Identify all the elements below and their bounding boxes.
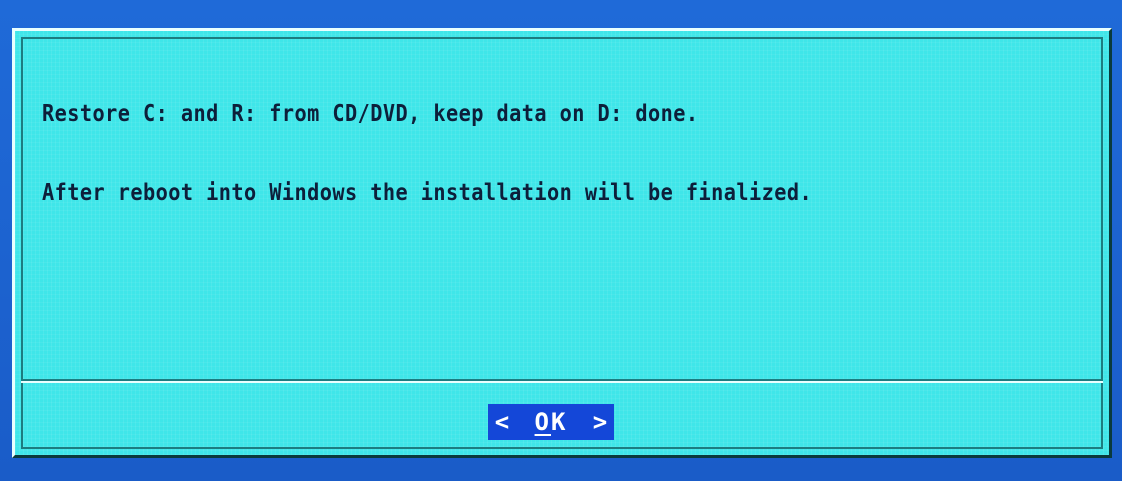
chevron-left-icon: < (494, 408, 510, 436)
message-line-2: After reboot into Windows the installati… (42, 180, 813, 206)
message-dialog: Restore C: and R: from CD/DVD, keep data… (12, 28, 1112, 458)
ok-hotkey-letter: O (534, 408, 551, 436)
chevron-right-icon: > (592, 408, 608, 436)
message-line-1: Restore C: and R: from CD/DVD, keep data… (42, 101, 699, 127)
ok-button-label: OK (535, 408, 568, 436)
button-area-separator (21, 379, 1103, 383)
dialog-inner-frame (21, 37, 1103, 449)
ok-label-rest: K (551, 408, 568, 436)
ok-button[interactable]: < OK > (488, 404, 614, 440)
